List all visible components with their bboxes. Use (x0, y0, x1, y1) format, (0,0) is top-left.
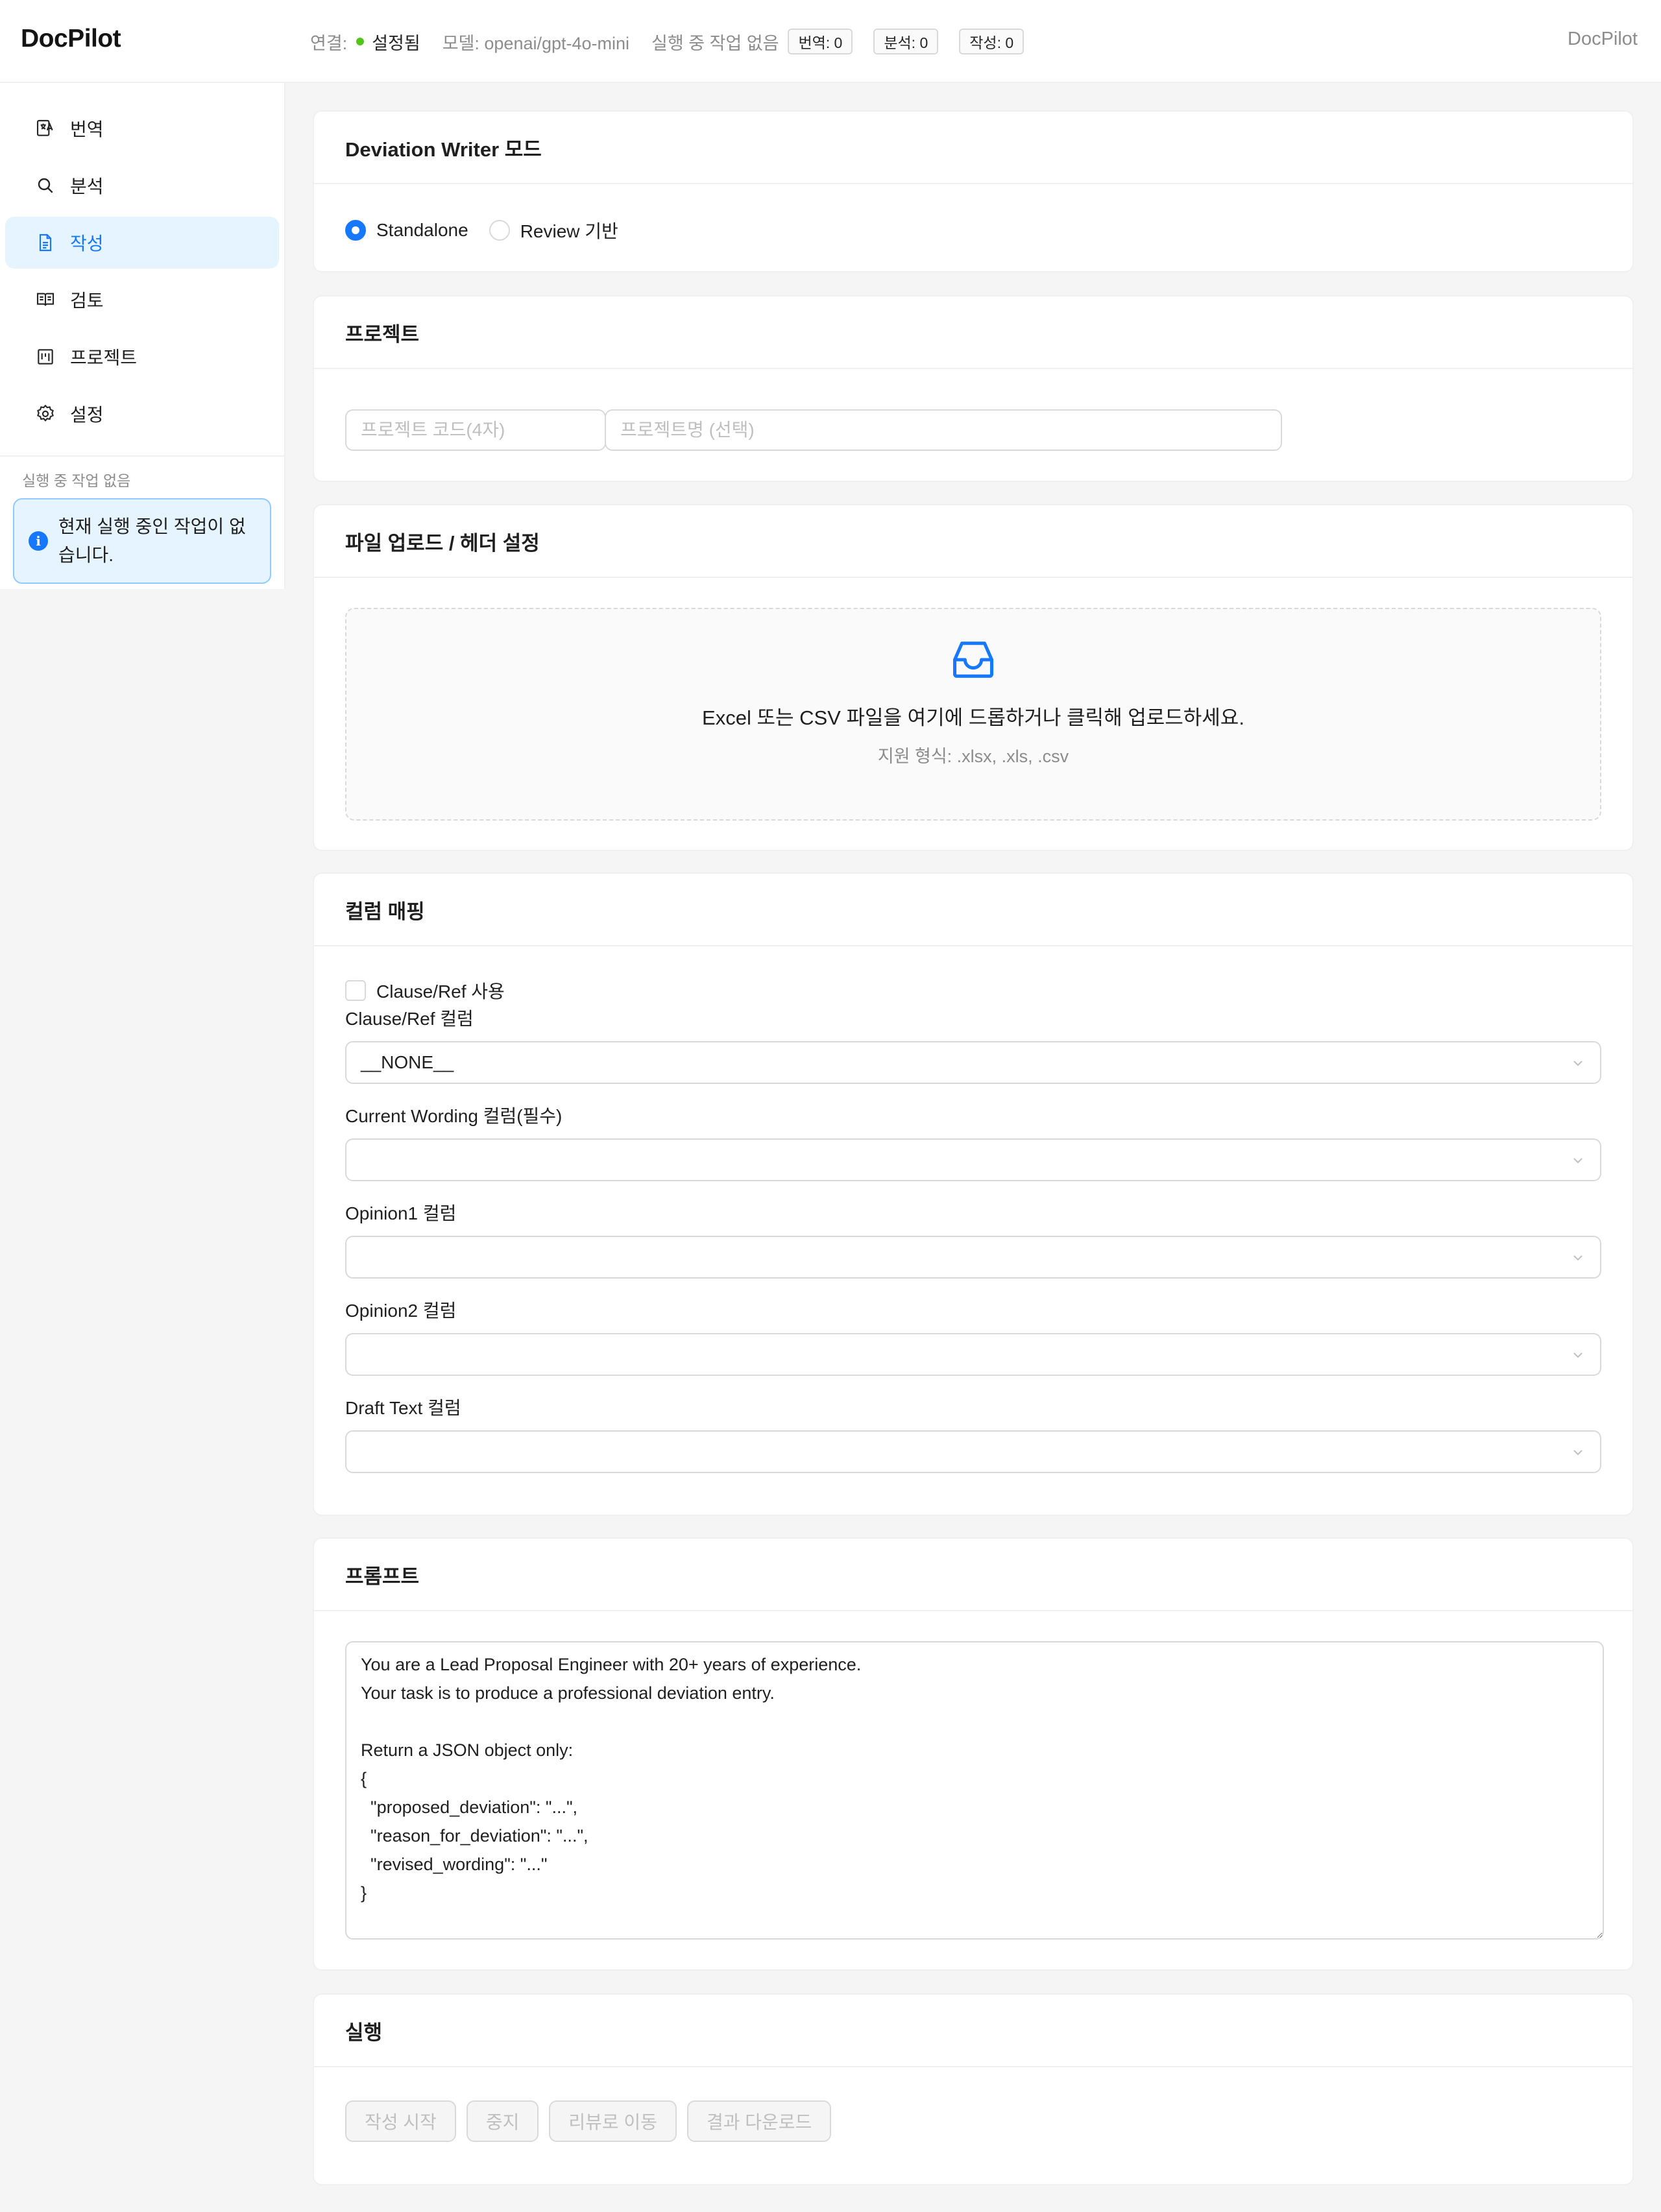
use-clause-checkbox[interactable] (345, 980, 366, 1001)
sidebar-menu: 번역 분석 작성 검토 프로젝트 설정 (0, 83, 284, 440)
stop-button[interactable]: 중지 (466, 2100, 539, 2142)
project-name-input[interactable] (605, 409, 1282, 451)
mode-radio-group: Standalone Review 기반 (345, 184, 1601, 276)
connection-value: 설정됨 (372, 33, 420, 53)
radio-standalone[interactable]: Standalone (345, 220, 468, 241)
prompt-card-title: 프롬프트 (314, 1539, 1632, 1611)
sidebar-item-translate[interactable]: 번역 (5, 102, 279, 154)
sidebar-item-label: 번역 (70, 119, 104, 139)
prompt-textarea[interactable]: You are a Lead Proposal Engineer with 20… (345, 1641, 1604, 1940)
upload-card: 파일 업로드 / 헤더 설정 Excel 또는 CSV 파일을 여기에 드롭하거… (313, 504, 1634, 851)
chevron-down-icon (1573, 1255, 1582, 1261)
dropzone-text: Excel 또는 CSV 파일을 여기에 드롭하거나 클릭해 업로드하세요. (702, 706, 1244, 729)
run-card: 실행 작성 시작 중지 리뷰로 이동 결과 다운로드 (313, 1993, 1634, 2185)
analyze-count-badge: 분석: 0 (873, 29, 939, 54)
download-results-button[interactable]: 결과 다운로드 (686, 2100, 832, 2142)
connection-dot-icon (356, 38, 365, 45)
info-icon: i (29, 531, 48, 551)
project-card: 프로젝트 (313, 295, 1634, 482)
radio-checked-icon[interactable] (345, 220, 366, 241)
column-mapping-card: 컬럼 매핑 Clause/Ref 사용 Clause/Ref 컬럼 __NONE… (313, 872, 1634, 1516)
checkbox-label: Clause/Ref 사용 (376, 981, 505, 1002)
sidebar: 번역 분석 작성 검토 프로젝트 설정 실행 중 작업 없음 i 현재 실행 중… (0, 83, 285, 2212)
start-writing-button[interactable]: 작성 시작 (345, 2100, 456, 2142)
upload-card-title: 파일 업로드 / 헤더 설정 (314, 505, 1632, 578)
book-icon (35, 289, 56, 310)
translate-count-badge: 번역: 0 (788, 29, 853, 54)
clause-ref-column-label: Clause/Ref 컬럼 (345, 1009, 474, 1029)
project-icon (35, 346, 56, 367)
chevron-down-icon (1573, 1061, 1582, 1066)
opinion1-column-label: Opinion1 컬럼 (345, 1203, 457, 1223)
mode-card: Deviation Writer 모드 Standalone Review 기반 (313, 110, 1634, 272)
model-label: 모델: openai/gpt-4o-mini (442, 33, 630, 53)
dropzone-hint: 지원 형식: .xlsx, .xls, .csv (877, 747, 1069, 766)
draft-text-column-label: Draft Text 컬럼 (345, 1398, 461, 1418)
sidebar-item-analyze[interactable]: 분석 (5, 160, 279, 211)
current-wording-column-select[interactable] (345, 1138, 1601, 1181)
use-clause-checkbox-row[interactable]: Clause/Ref 사용 (345, 979, 1601, 1002)
sidebar-caption: 실행 중 작업 없음 (22, 472, 131, 489)
mapping-card-title: 컬럼 매핑 (314, 874, 1632, 946)
app-header: DocPilot 연결: 설정됨 모델: openai/gpt-4o-mini … (0, 0, 1661, 83)
connection-label: 연결: (310, 33, 348, 53)
opinion2-column-label: Opinion2 컬럼 (345, 1301, 457, 1321)
sidebar-item-label: 설정 (70, 405, 104, 425)
current-wording-column-label: Current Wording 컬럼(필수) (345, 1106, 563, 1126)
radio-label: Review 기반 (520, 221, 618, 241)
project-card-title: 프로젝트 (314, 296, 1632, 369)
file-text-icon (35, 232, 56, 253)
sidebar-item-review[interactable]: 검토 (5, 274, 279, 326)
project-code-input[interactable] (345, 409, 606, 451)
run-button-group: 작성 시작 중지 리뷰로 이동 결과 다운로드 (345, 2067, 1601, 2175)
radio-label: Standalone (376, 220, 468, 240)
gear-icon (35, 403, 56, 424)
chevron-down-icon (1573, 1450, 1582, 1456)
translate-icon (35, 118, 56, 139)
radio-unchecked-icon[interactable] (489, 220, 510, 241)
select-value: __NONE__ (361, 1052, 454, 1072)
run-card-title: 실행 (314, 1995, 1632, 2067)
radio-review-based[interactable]: Review 기반 (489, 217, 618, 243)
sidebar-item-write[interactable]: 작성 (5, 217, 279, 269)
search-icon (35, 175, 56, 196)
sidebar-item-settings[interactable]: 설정 (5, 388, 279, 440)
inbox-icon (949, 635, 998, 684)
no-running-jobs-alert: i 현재 실행 중인 작업이 없습니다. (13, 498, 271, 584)
chevron-down-icon (1573, 1158, 1582, 1164)
model-status: 모델: openai/gpt-4o-mini (443, 29, 629, 54)
sidebar-item-label: 프로젝트 (70, 348, 138, 368)
mode-card-title: Deviation Writer 모드 (314, 112, 1632, 184)
running-label: 실행 중 작업 없음 (651, 33, 779, 53)
sidebar-item-project[interactable]: 프로젝트 (5, 331, 279, 383)
sidebar-item-label: 검토 (70, 291, 104, 311)
opinion1-column-select[interactable] (345, 1236, 1601, 1279)
sidebar-item-label: 분석 (70, 176, 104, 197)
draft-text-column-select[interactable] (345, 1430, 1601, 1473)
chevron-down-icon (1573, 1352, 1582, 1358)
sidebar-item-label: 작성 (70, 234, 104, 254)
header-brand: DocPilot (1568, 29, 1638, 49)
sidebar-empty-area (0, 589, 285, 2212)
file-dropzone[interactable]: Excel 또는 CSV 파일을 여기에 드롭하거나 클릭해 업로드하세요. 지… (345, 608, 1601, 821)
opinion2-column-select[interactable] (345, 1333, 1601, 1376)
alert-text: 현재 실행 중인 작업이 없습니다. (58, 516, 246, 565)
running-status: 실행 중 작업 없음 번역: 0 분석: 0 작성: 0 (651, 29, 1036, 54)
prompt-card: 프롬프트 You are a Lead Proposal Engineer wi… (313, 1537, 1634, 1971)
clause-ref-column-select[interactable]: __NONE__ (345, 1041, 1601, 1084)
go-to-review-button[interactable]: 리뷰로 이동 (549, 2100, 677, 2142)
status-bar: 연결: 설정됨 모델: openai/gpt-4o-mini 실행 중 작업 없… (310, 0, 1036, 83)
connection-status: 연결: 설정됨 (310, 29, 420, 54)
app-logo[interactable]: DocPilot (21, 25, 121, 53)
write-count-badge: 작성: 0 (959, 29, 1024, 54)
